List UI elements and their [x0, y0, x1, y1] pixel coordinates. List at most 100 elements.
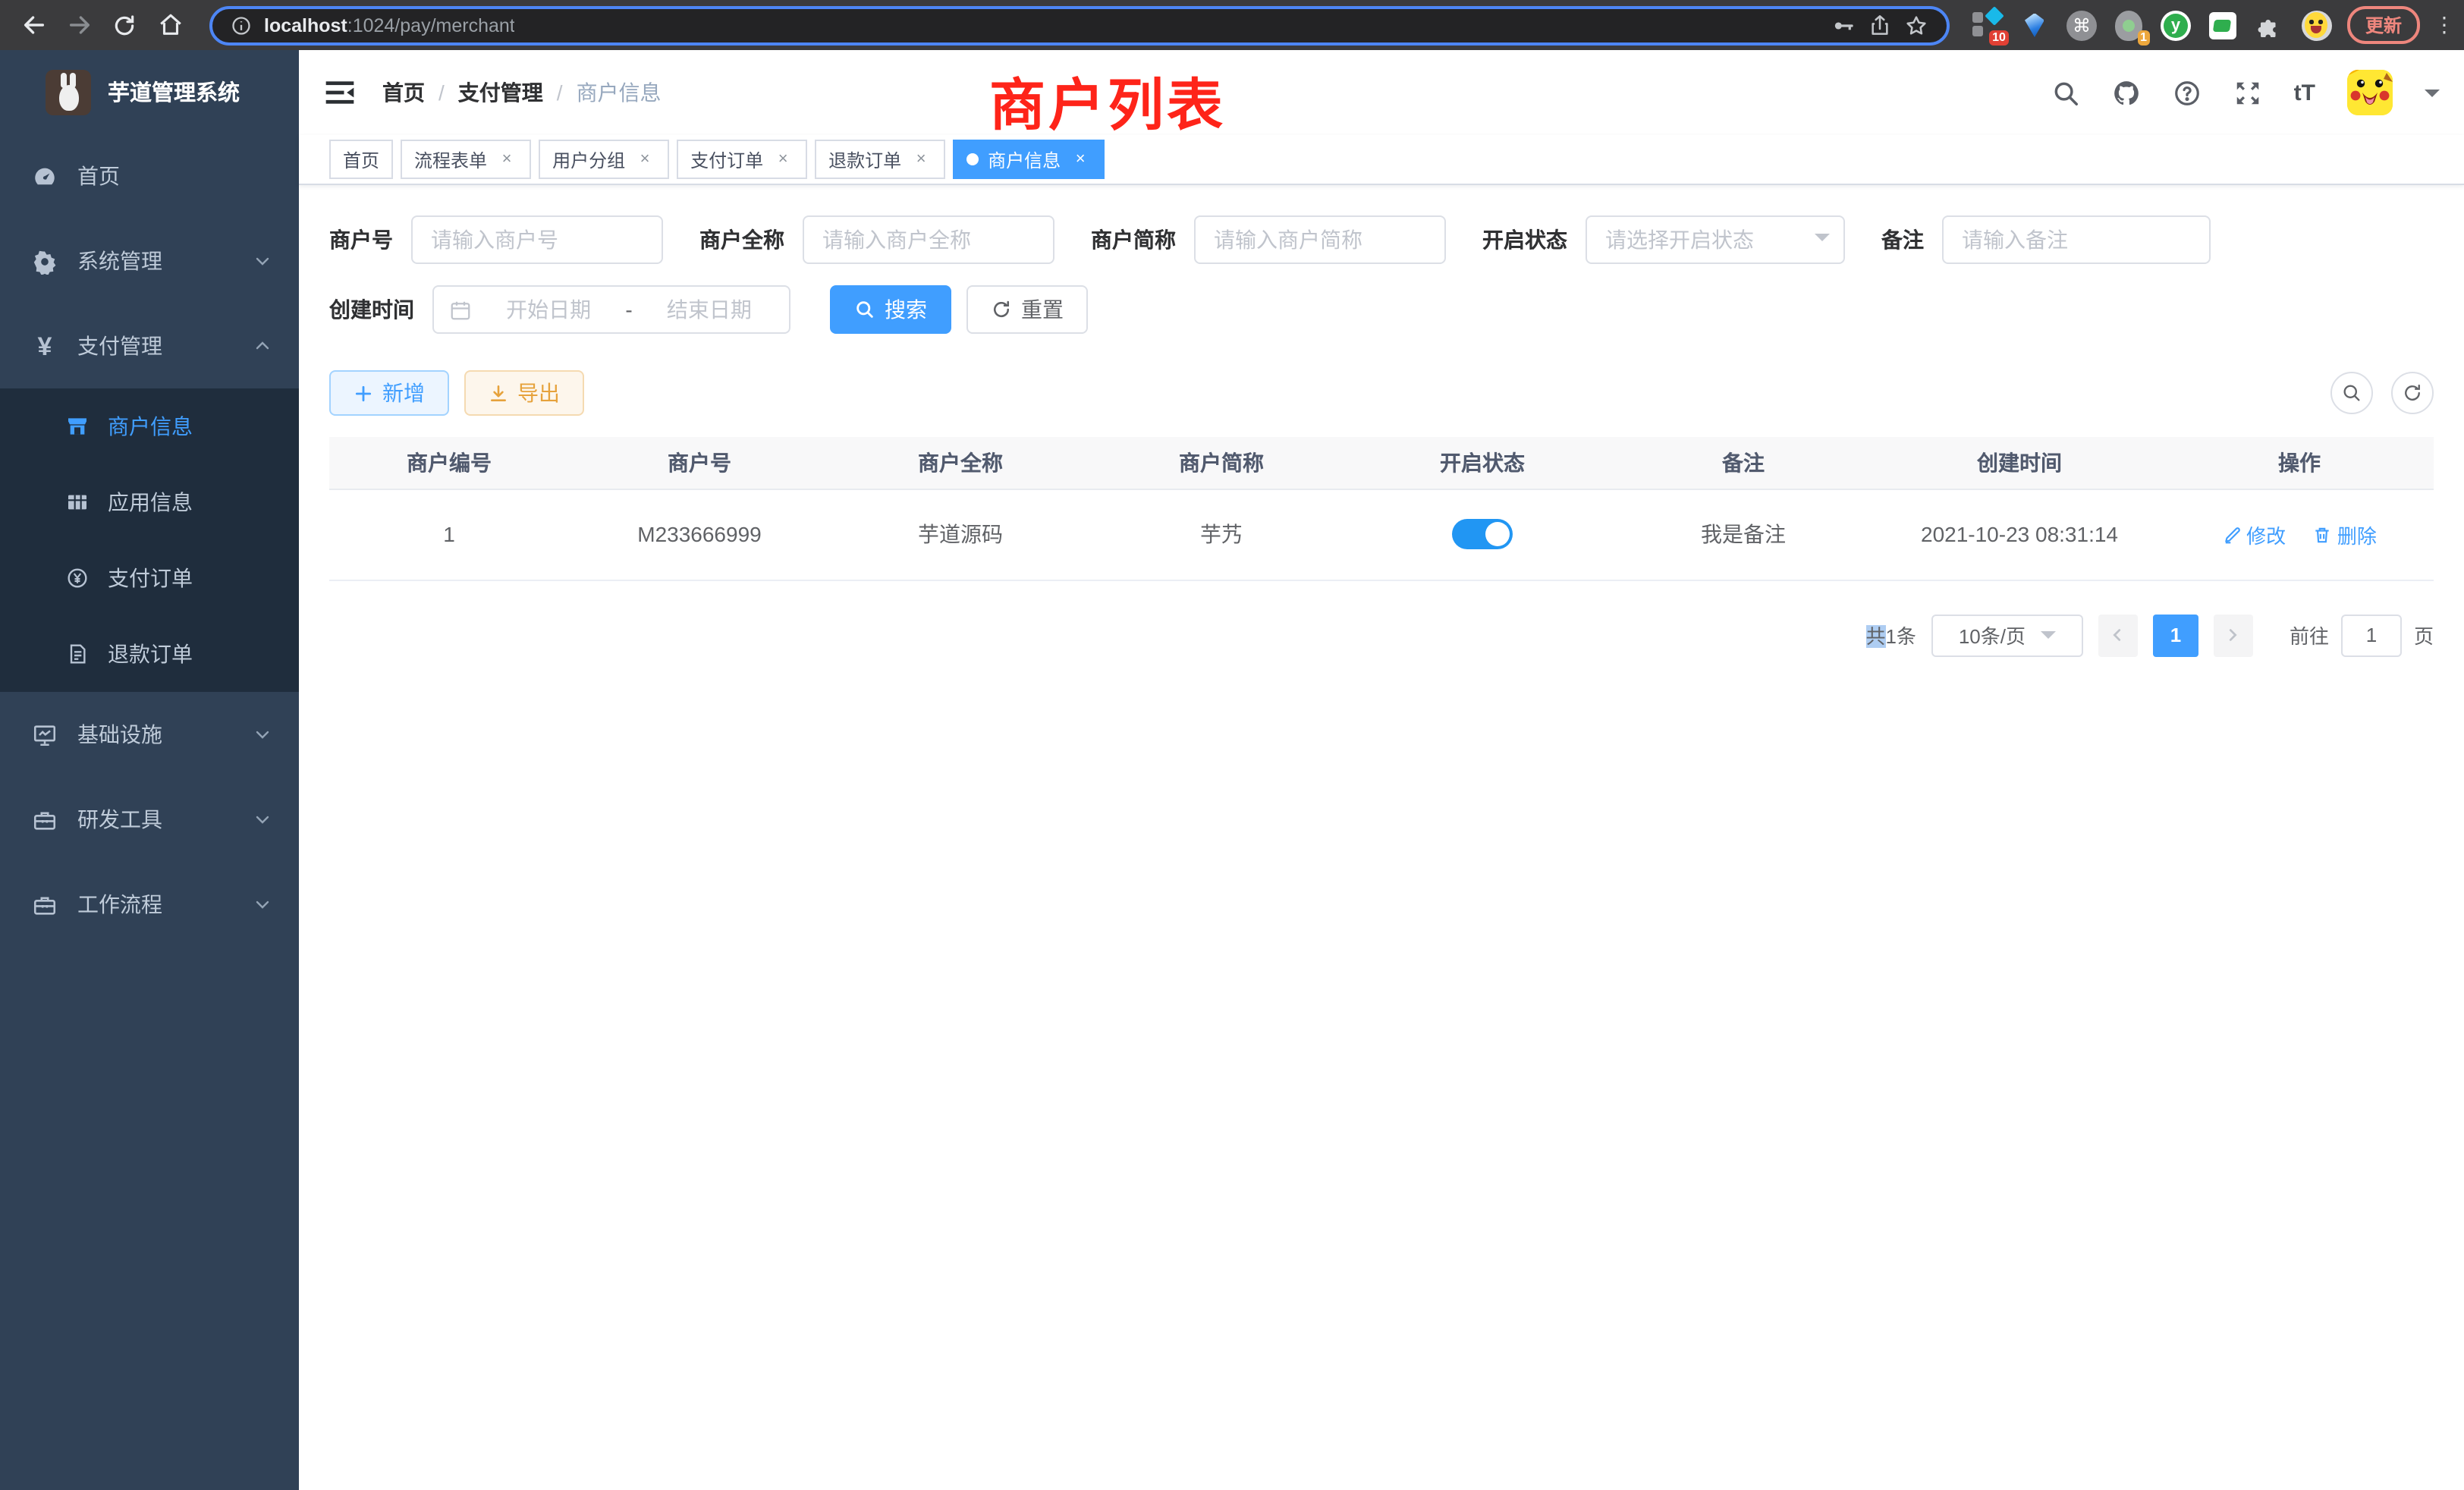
browser-reload-button[interactable]	[106, 7, 143, 43]
sidebar-item-system[interactable]: 系统管理	[0, 218, 299, 303]
url-text: localhost:1024/pay/merchant	[264, 14, 515, 36]
browser-menu-button[interactable]: ⋮	[2434, 12, 2449, 38]
refresh-table-button[interactable]	[2391, 372, 2434, 414]
app-title: 芋道管理系统	[108, 76, 240, 108]
col-full-name: 商户全称	[830, 437, 1091, 489]
share-icon[interactable]	[1868, 13, 1892, 37]
pagination-total-rest: 1条	[1885, 625, 1916, 648]
cell-create-time: 2021-10-23 08:31:14	[1874, 489, 2165, 580]
status-toggle[interactable]	[1452, 519, 1513, 549]
diamond-icon	[1985, 5, 2004, 24]
add-button[interactable]: 新增	[329, 370, 449, 416]
tab-close-icon[interactable]: ×	[1070, 149, 1091, 170]
fullscreen-icon[interactable]	[2233, 78, 2262, 107]
extension-blob-icon[interactable]: 1	[2112, 8, 2145, 42]
github-icon[interactable]	[2112, 78, 2141, 107]
sidebar-item-merchant-info[interactable]: 商户信息	[0, 388, 299, 464]
tab-close-icon[interactable]: ×	[910, 149, 932, 170]
extension-chat-icon[interactable]	[2206, 8, 2239, 42]
breadcrumb-home[interactable]: 首页	[382, 77, 425, 108]
col-status: 开启状态	[1352, 437, 1613, 489]
sidebar-item-label: 支付管理	[77, 331, 162, 361]
next-page-button[interactable]	[2214, 614, 2253, 656]
page-size-select[interactable]: 10条/页	[1931, 614, 2083, 656]
sidebar-item-refund-orders[interactable]: 退款订单	[0, 616, 299, 692]
store-icon	[65, 414, 90, 439]
user-avatar[interactable]	[2347, 70, 2393, 115]
full-name-input[interactable]	[803, 215, 1054, 264]
status-select-input[interactable]	[1586, 215, 1845, 264]
y-circle-icon: y	[2161, 10, 2191, 40]
navbar: 首页 / 支付管理 / 商户信息 tT	[299, 50, 2464, 135]
help-icon[interactable]	[2173, 78, 2202, 107]
prev-page-button[interactable]	[2098, 614, 2138, 656]
filter-row-2: 创建时间 开始日期 - 结束日期 搜索 重置	[329, 285, 2434, 334]
tab-home[interactable]: 首页	[329, 140, 393, 179]
pikachu-avatar-icon	[2347, 70, 2393, 115]
browser-home-button[interactable]	[152, 7, 188, 43]
payment-submenu: 商户信息 应用信息 支付订单 退款订单	[0, 388, 299, 692]
date-range-input[interactable]: 开始日期 - 结束日期	[432, 285, 790, 334]
tab-close-icon[interactable]: ×	[772, 149, 794, 170]
chevron-down-icon	[253, 252, 272, 270]
browser-update-button[interactable]: 更新	[2347, 6, 2420, 44]
sidebar-fold-icon[interactable]	[323, 76, 357, 109]
sidebar-item-payment[interactable]: ¥ 支付管理	[0, 303, 299, 388]
extension-y-icon[interactable]: y	[2159, 8, 2192, 42]
extension-tabs-icon[interactable]: 10	[1971, 8, 2004, 42]
tab-process-form[interactable]: 流程表单×	[401, 140, 531, 179]
export-button[interactable]: 导出	[464, 370, 584, 416]
extension-gem-icon[interactable]	[2018, 8, 2051, 42]
site-info-icon[interactable]	[231, 14, 252, 36]
font-size-icon[interactable]: tT	[2294, 80, 2315, 105]
avatar-caret-icon[interactable]	[2425, 89, 2440, 104]
sidebar-item-home[interactable]: 首页	[0, 134, 299, 218]
pagination-total: 共1条	[1865, 621, 1916, 649]
sidebar-item-app-info[interactable]: 应用信息	[0, 464, 299, 540]
remark-label: 备注	[1881, 225, 1924, 255]
tab-close-icon[interactable]: ×	[634, 149, 655, 170]
edit-link[interactable]: 修改	[2222, 520, 2286, 549]
breadcrumb-payment[interactable]: 支付管理	[458, 77, 543, 108]
document-icon	[65, 642, 90, 666]
sidebar-item-pay-orders[interactable]: 支付订单	[0, 540, 299, 616]
download-icon	[489, 383, 508, 403]
bookmark-star-icon[interactable]	[1904, 13, 1928, 37]
reset-button[interactable]: 重置	[966, 285, 1088, 334]
extension-command-icon[interactable]: ⌘	[2065, 8, 2098, 42]
cell-short-name: 芋艿	[1091, 489, 1352, 580]
browser-forward-button[interactable]	[61, 7, 97, 43]
sidebar-logo[interactable]: 芋道管理系统	[0, 50, 299, 134]
tab-merchant-info[interactable]: 商户信息×	[953, 140, 1105, 179]
plus-icon	[354, 383, 373, 403]
extensions-puzzle-button[interactable]	[2253, 8, 2286, 42]
short-name-input[interactable]	[1194, 215, 1446, 264]
chevron-down-icon	[253, 725, 272, 743]
edit-link-label: 修改	[2246, 520, 2286, 549]
sidebar-item-infrastructure[interactable]: 基础设施	[0, 692, 299, 777]
remark-input[interactable]	[1942, 215, 2211, 264]
address-bar[interactable]: localhost:1024/pay/merchant	[209, 5, 1950, 45]
browser-profile-avatar[interactable]	[2300, 8, 2334, 42]
sidebar-item-workflow[interactable]: 工作流程	[0, 862, 299, 947]
monitor-icon	[32, 721, 58, 747]
tab-close-icon[interactable]: ×	[496, 149, 517, 170]
pencil-icon	[2222, 524, 2242, 544]
goto-page-input[interactable]	[2341, 614, 2402, 656]
search-icon[interactable]	[2051, 78, 2080, 107]
current-page-button[interactable]: 1	[2153, 614, 2198, 656]
status-select[interactable]	[1586, 215, 1845, 264]
browser-back-button[interactable]	[15, 7, 52, 43]
tab-refund-orders[interactable]: 退款订单×	[815, 140, 945, 179]
password-key-icon[interactable]	[1831, 13, 1856, 37]
tab-user-group[interactable]: 用户分组×	[539, 140, 669, 179]
start-date-placeholder: 开始日期	[484, 294, 613, 325]
merchant-no-input[interactable]	[411, 215, 663, 264]
pagination: 共1条 10条/页 1 前往 页	[329, 614, 2434, 656]
tab-pay-orders[interactable]: 支付订单×	[677, 140, 807, 179]
search-button[interactable]: 搜索	[830, 285, 951, 334]
delete-link-label: 删除	[2337, 520, 2377, 549]
show-search-toggle-button[interactable]	[2330, 372, 2373, 414]
sidebar-item-dev-tools[interactable]: 研发工具	[0, 777, 299, 862]
delete-link[interactable]: 删除	[2313, 520, 2377, 549]
